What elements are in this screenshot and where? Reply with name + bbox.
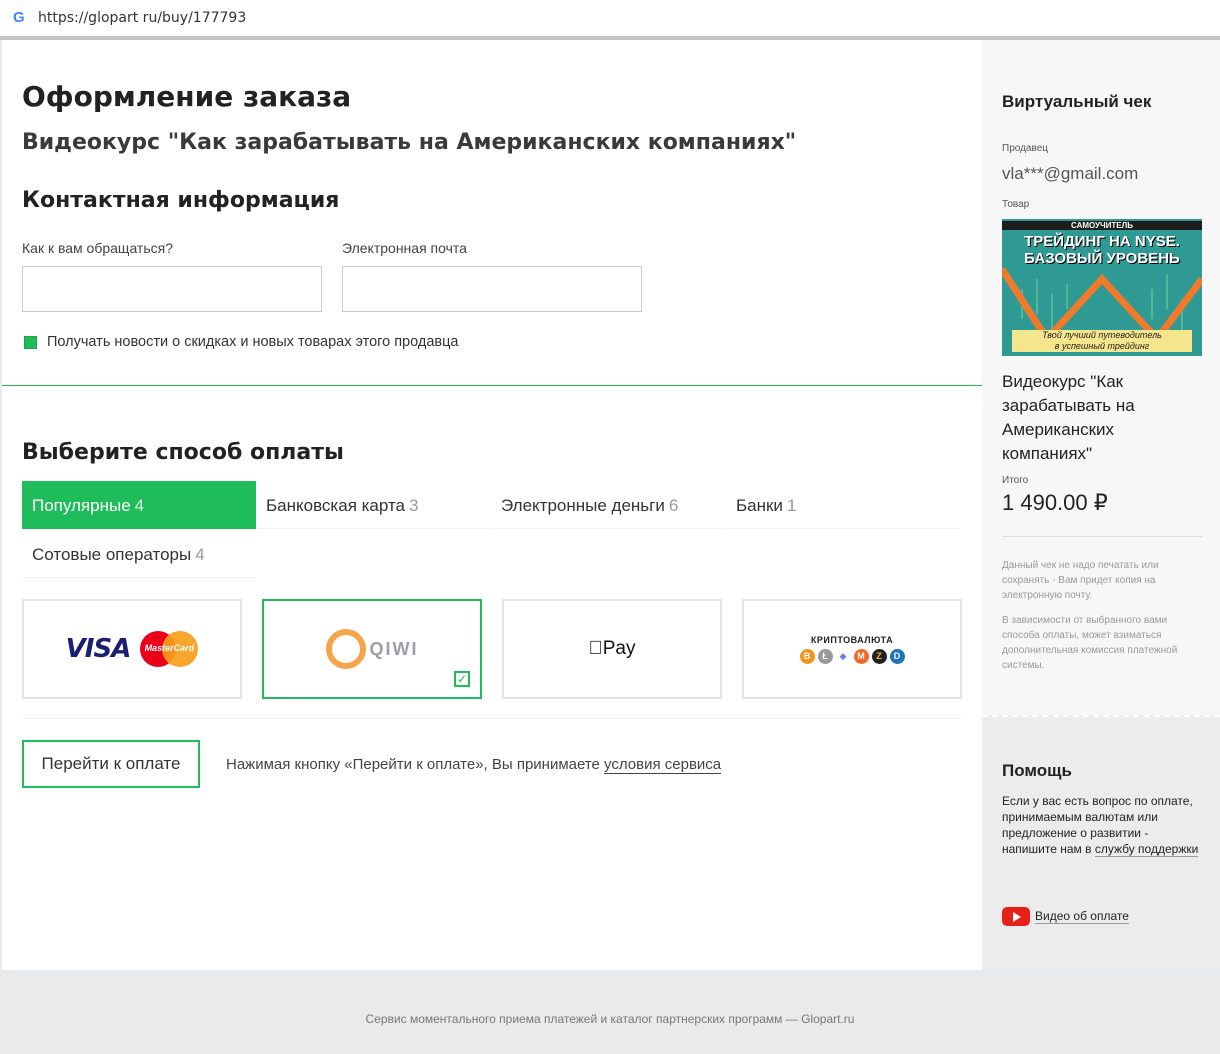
seller-email: vla***@gmail.com [1002, 164, 1139, 183]
method-crypto[interactable]: КРИПТОВАЛЮТА B Ł ◆ M Z D [742, 599, 962, 699]
tab-label: Сотовые операторы [32, 545, 192, 564]
tab-label: Банки [736, 496, 783, 515]
payment-heading: Выберите способ оплаты [22, 440, 344, 465]
name-input[interactable] [22, 266, 322, 312]
apple-pay-logo: Pay [589, 638, 636, 660]
bitcoin-icon: B [799, 648, 815, 664]
receipt-product-name: Видеокурс "Как зарабатывать на Американс… [1002, 372, 1135, 463]
tab-bank-card[interactable]: Банковская карта 3 [256, 481, 490, 529]
visa-logo: VISA [65, 634, 132, 664]
tab-label: Популярные [32, 496, 131, 515]
crypto-logo: КРИПТОВАЛЮТА B Ł ◆ M Z D [799, 635, 905, 664]
method-visa-mastercard[interactable]: VISA MasterCard [22, 599, 242, 699]
mastercard-logo: MasterCard [140, 631, 199, 667]
tab-count: 1 [786, 496, 797, 515]
support-link[interactable]: службу поддержки [1094, 842, 1199, 857]
product-image: САМОУЧИТЕЛЬ ТРЕЙДИНГ НА NYSE. БАЗОВЫЙ УРО… [1002, 219, 1202, 356]
check-icon: ✓ [454, 671, 470, 687]
footer-text: Сервис моментального приема платежей и к… [365, 1012, 855, 1026]
checkout-panel: Оформление заказа Видеокурс "Как зарабат… [2, 40, 982, 970]
seller-label: Продавец [1002, 143, 1048, 154]
tab-count: 6 [668, 496, 679, 515]
divider [22, 718, 962, 719]
zcash-icon: Z [871, 648, 887, 664]
payment-video-link[interactable]: Видео об оплате [1035, 909, 1129, 924]
youtube-icon[interactable] [1002, 907, 1030, 926]
product-title: Видеокурс "Как зарабатывать на Американс… [22, 130, 797, 155]
newsletter-checkbox[interactable] [24, 336, 37, 349]
tab-banks[interactable]: Банки 1 [726, 481, 960, 529]
tab-mobile-operators[interactable]: Сотовые операторы 4 [22, 530, 256, 578]
commission-note: В зависимости от выбранного вами способа… [1002, 615, 1178, 671]
contact-heading: Контактная информация [22, 188, 340, 213]
page-title: Оформление заказа [22, 80, 352, 113]
section-divider [2, 385, 982, 386]
terms-link[interactable]: условия сервиса [604, 756, 722, 774]
tab-count: 4 [195, 545, 205, 564]
email-input[interactable] [342, 266, 642, 312]
total-amount: 1 490.00 ₽ [1002, 490, 1108, 515]
dash-icon: D [889, 648, 905, 664]
qiwi-logo: QIWI [325, 629, 419, 669]
email-label: Электронная почта [342, 240, 467, 256]
url-text[interactable]: https://glopart ru/buy/177793 [38, 10, 246, 26]
proceed-to-payment-button[interactable]: Перейти к оплате [22, 740, 200, 788]
product-label: Товар [1002, 199, 1030, 210]
name-label: Как к вам обращаться? [22, 240, 173, 256]
tab-popular[interactable]: Популярные 4 [22, 481, 256, 529]
help-title: Помощь [1002, 761, 1072, 780]
receipt-note: Данный чек не надо печатать или сохранят… [1002, 560, 1159, 601]
tab-label: Банковская карта [266, 496, 406, 515]
help-text: Если у вас есть вопрос по оплате, приним… [1002, 794, 1199, 857]
apple-icon:  [589, 638, 603, 659]
ethereum-icon: ◆ [835, 648, 851, 664]
browser-address-bar[interactable]: G https://glopart ru/buy/177793 [0, 0, 1220, 40]
tab-label: Электронные деньги [501, 496, 665, 515]
litecoin-icon: Ł [817, 648, 833, 664]
method-apple-pay[interactable]: Pay [502, 599, 722, 699]
virtual-receipt: Виртуальный чек Продавец vla***@gmail.co… [982, 40, 1220, 715]
terms-text: Нажимая кнопку «Перейти к оплате», Вы пр… [226, 756, 722, 774]
tab-count: 3 [409, 496, 419, 515]
divider [1002, 536, 1202, 537]
tab-count: 4 [134, 496, 145, 515]
monero-icon: M [853, 648, 869, 664]
receipt-title: Виртуальный чек [1002, 92, 1152, 111]
total-label: Итого [1002, 475, 1029, 486]
tab-e-money[interactable]: Электронные деньги 6 [491, 481, 725, 529]
help-panel: Помощь Если у вас есть вопрос по оплате,… [982, 715, 1220, 970]
method-qiwi[interactable]: QIWI ✓ [262, 599, 482, 699]
google-icon: G [13, 9, 25, 26]
newsletter-label: Получать новости о скидках и новых товар… [47, 334, 459, 350]
